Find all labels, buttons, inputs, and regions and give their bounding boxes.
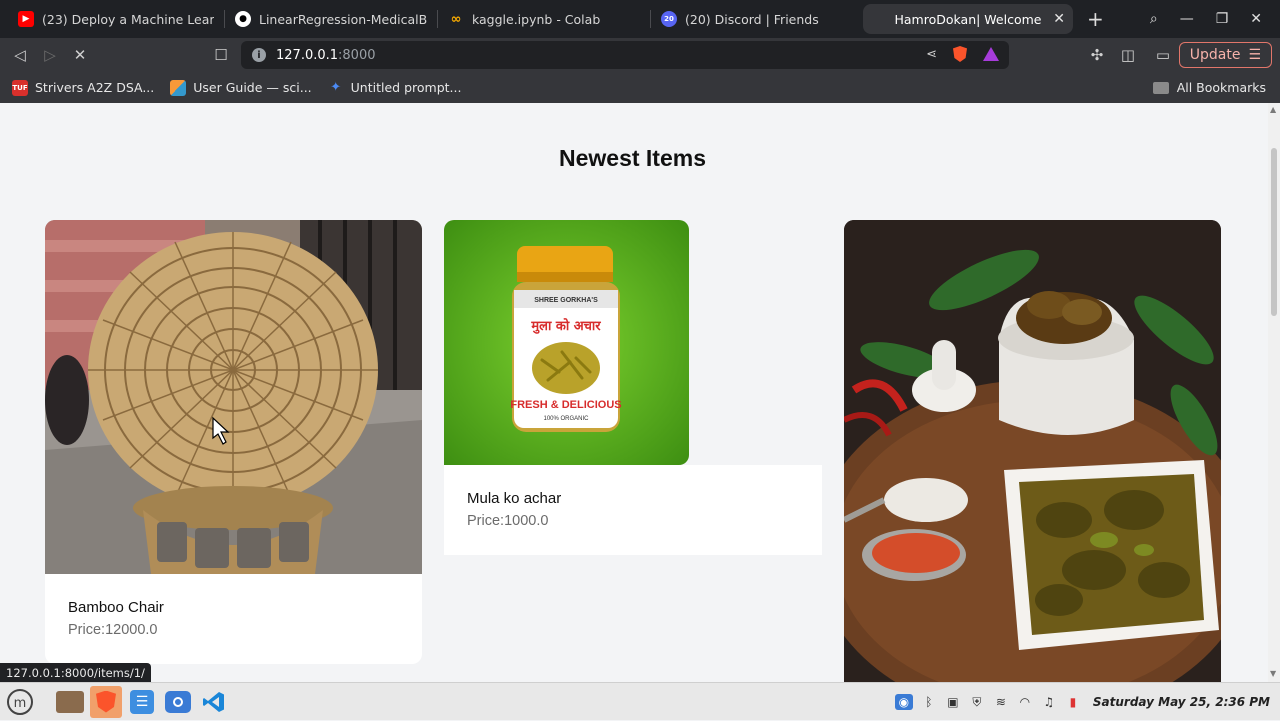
screenshot-icon[interactable] [162,686,194,718]
page-scrollbar[interactable]: ▲ ▼ [1268,103,1280,682]
section-title: Newest Items [558,145,706,171]
bookmark-user-guide[interactable]: User Guide — sci... [170,79,312,96]
address-bar-actions: ⋖ [926,46,999,62]
item-price: Price:1000.0 [467,513,549,529]
colab-icon: ∞ [450,11,462,27]
battery-icon[interactable]: ▮ [1065,694,1081,710]
jar-fresh-text: FRESH & DELICIOUS [510,399,621,411]
bookmark-label: Strivers A2Z DSA... [35,80,155,95]
wifi-icon[interactable]: ◠ [1017,694,1033,710]
tab-title: (20) Discord | Friends [685,11,819,27]
address-bar[interactable]: i 127.0.0.1:8000 ⋖ [241,41,1009,69]
browser-tab-bar: ▶ (23) Deploy a Machine Learning ● Linea… [0,0,1280,38]
item-name: Bamboo Chair [68,599,164,616]
github-icon: ● [235,11,251,27]
forward-icon[interactable]: ▷ [35,40,65,70]
bamboo-chair-image[interactable] [45,220,422,574]
mula-achar-image[interactable]: SHREE GORKHA'S मुला को अचार FRESH & DELI… [444,220,689,465]
back-icon[interactable]: ◁ [5,40,35,70]
clock[interactable]: Saturday May 25, 2:36 PM [1093,695,1270,709]
maximize-button[interactable]: ❐ [1216,11,1229,27]
close-window-button[interactable]: ✕ [1250,11,1262,27]
wallet-icon[interactable]: ▭ [1148,40,1178,70]
jar-title-text: मुला को अचार [530,318,601,334]
text-editor-icon[interactable]: ☰ [126,686,158,718]
bookmark-untitled-prompt[interactable]: ✦ Untitled prompt... [328,80,462,96]
ai-studio-icon: ✦ [330,80,342,95]
stop-loading-icon[interactable]: ✕ [65,40,95,70]
bookmark-strivers[interactable]: TUF Strivers A2Z DSA... [12,79,155,96]
tab-youtube[interactable]: ▶ (23) Deploy a Machine Learning [8,4,224,34]
item-card-pickle[interactable] [844,220,1221,682]
item-card-bamboo-chair[interactable]: Bamboo Chair Price:12000.0 [45,220,422,664]
scikit-icon [170,79,187,96]
files-icon[interactable] [54,686,86,718]
jar-organic-text: 100% ORGANIC [543,416,589,422]
window-controls: ⌕ — ❐ ✕ [1150,0,1280,38]
all-bookmarks-label: All Bookmarks [1176,80,1266,95]
network-icon[interactable]: ≋ [993,694,1009,710]
update-shield-icon[interactable]: ⛨ [969,694,985,710]
tab-github[interactable]: ● LinearRegression-MedicalBillEs [225,4,437,34]
item-card-body [444,465,822,555]
item-price: Price:12000.0 [68,622,158,638]
new-tab-button[interactable]: + [1087,7,1104,31]
brave-shield-icon[interactable] [953,46,967,62]
extensions-icon[interactable]: ✣ [1082,40,1112,70]
tuf-icon: TUF [12,79,28,96]
tab-hamrodokan[interactable]: HamroDokan| Welcome ✕ [863,4,1073,34]
pickle-bowl-image[interactable] [844,220,1221,682]
bamboo-chair-illustration [45,220,422,574]
tab-title: HamroDokan| Welcome [894,11,1042,27]
close-icon[interactable]: ✕ [1053,11,1065,27]
mint-menu-icon[interactable]: m [4,686,36,718]
browser-toolbar: ◁ ▷ ✕ ☐ i 127.0.0.1:8000 ⋖ ✣ ◫ ▭ Update … [0,38,1280,72]
all-bookmarks-button[interactable]: All Bookmarks [1152,72,1266,103]
sidebar-icon[interactable]: ◫ [1113,40,1143,70]
site-info-icon[interactable]: i [252,48,266,62]
scroll-down-icon[interactable]: ▼ [1270,669,1276,678]
scroll-up-icon[interactable]: ▲ [1270,105,1276,114]
system-tray: ◉ ᛒ ▣ ⛨ ≋ ◠ ♫ ▮ Saturday May 25, 2:36 PM [894,683,1270,721]
svg-text:m: m [14,696,27,711]
tab-title: LinearRegression-MedicalBillEs [259,11,427,27]
screenshot-tray-icon[interactable]: ◉ [894,694,913,710]
brave-rewards-icon[interactable] [983,47,999,61]
update-button[interactable]: Update ☰ [1178,42,1272,68]
jar-brand-text: SHREE GORKHA'S [534,297,598,304]
tab-title: kaggle.ipynb - Colab [472,11,601,27]
pickle-jar-illustration: SHREE GORKHA'S मुला को अचार FRESH & DELI… [444,220,689,465]
tab-colab[interactable]: ∞ kaggle.ipynb - Colab [438,4,650,34]
item-card-mula-ko-achar[interactable]: SHREE GORKHA'S मुला को अचार FRESH & DELI… [444,220,822,555]
brave-browser-icon[interactable] [90,685,122,718]
bookmark-label: Untitled prompt... [350,80,462,95]
page-viewport: Newest Items Bamboo Chair Price:12000.0 … [0,103,1268,682]
update-label: Update [1189,47,1241,63]
discord-icon: 20 [661,11,677,27]
sound-icon[interactable]: ♫ [1041,694,1057,710]
tab-title: (23) Deploy a Machine Learning [42,11,214,27]
item-name: Mula ko achar [467,490,562,507]
content-container: Newest Items Bamboo Chair Price:12000.0 … [22,103,1243,682]
url-text: 127.0.0.1:8000 [276,47,376,63]
tab-discord[interactable]: 20 (20) Discord | Friends [651,4,855,34]
link-status-bubble: 127.0.0.1:8000/items/1/ [0,663,151,682]
share-icon[interactable]: ⋖ [926,47,937,62]
clipboard-icon[interactable]: ▣ [945,694,961,710]
bookmarks-bar: TUF Strivers A2Z DSA... User Guide — sci… [0,72,1280,103]
search-tabs-icon[interactable]: ⌕ [1150,11,1158,27]
bluetooth-icon[interactable]: ᛒ [921,694,937,710]
youtube-icon: ▶ [18,11,34,27]
scroll-thumb[interactable] [1271,148,1277,316]
bookmark-label: User Guide — sci... [193,80,312,95]
menu-icon: ☰ [1248,47,1261,63]
os-taskbar: m ☰ ◉ ᛒ ▣ ⛨ ≋ ◠ ♫ ▮ Saturday May 25, 2:3… [0,682,1280,720]
minimize-button[interactable]: — [1180,11,1194,27]
bookmark-icon[interactable]: ☐ [206,40,236,70]
folder-icon [1152,81,1169,94]
pickle-bowl-illustration [844,220,1221,682]
vscode-icon[interactable] [198,686,230,718]
